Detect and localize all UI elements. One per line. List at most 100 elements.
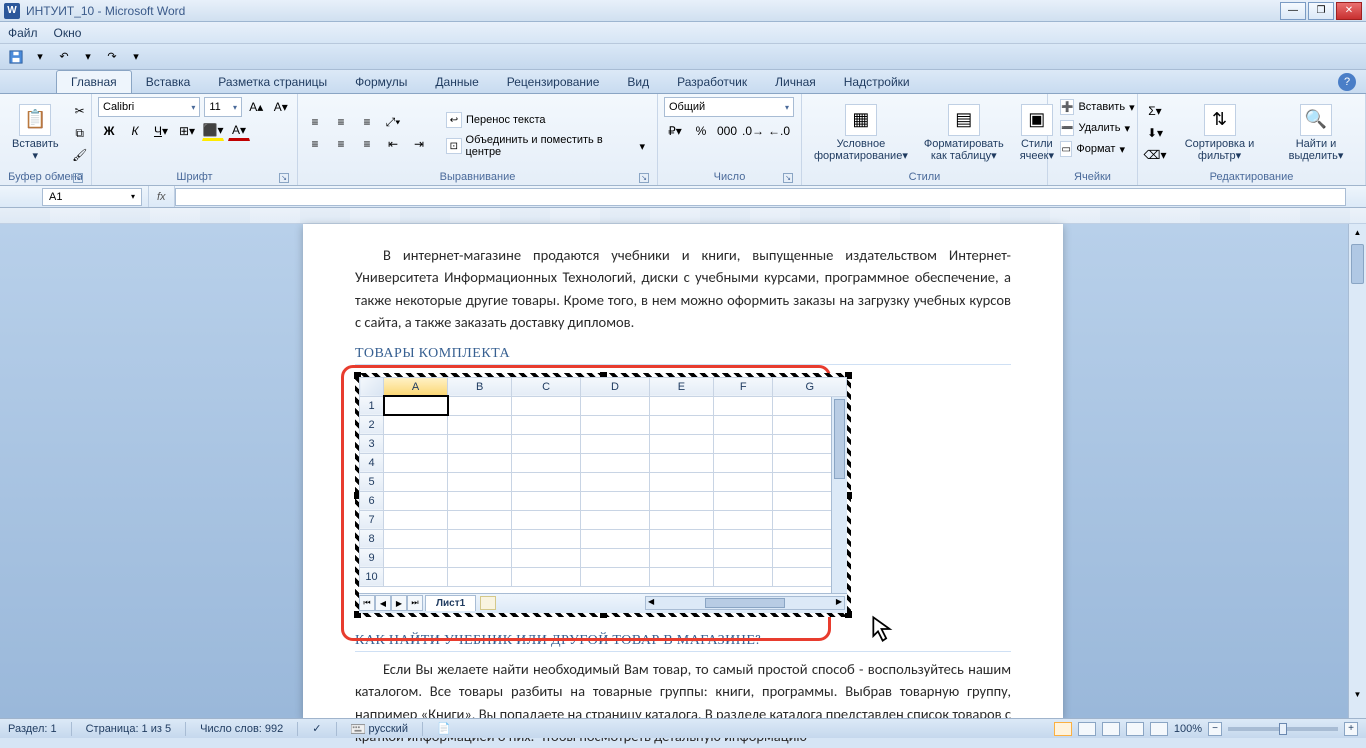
insert-cells-button[interactable]: ➕Вставить▾	[1054, 97, 1131, 117]
fill-icon[interactable]: ⬇▾	[1144, 123, 1166, 143]
embedded-excel-object[interactable]: A B C D E F G 1 2 3 4 5 6	[355, 373, 851, 617]
copy-icon[interactable]: ⧉	[69, 123, 91, 143]
save-icon[interactable]	[6, 47, 26, 67]
status-proofing-icon[interactable]: ✓	[312, 722, 321, 735]
view-web-layout[interactable]	[1102, 722, 1120, 736]
cell[interactable]	[581, 396, 650, 415]
cell[interactable]	[581, 491, 650, 510]
bold-icon[interactable]: Ж	[98, 121, 120, 141]
row-header-2[interactable]: 2	[360, 415, 384, 434]
cell[interactable]	[384, 548, 448, 567]
cell[interactable]	[714, 529, 773, 548]
cell[interactable]	[649, 529, 713, 548]
view-full-screen[interactable]	[1078, 722, 1096, 736]
zoom-slider[interactable]	[1228, 727, 1338, 731]
align-bottom-icon[interactable]: ≡	[356, 112, 378, 132]
cell[interactable]	[512, 453, 581, 472]
cell[interactable]	[448, 396, 512, 415]
decrease-decimal-icon[interactable]: ←.0	[768, 121, 790, 141]
help-icon[interactable]: ?	[1338, 73, 1356, 91]
format-as-table-button[interactable]: ▤ Форматировать как таблицу▾	[918, 100, 1010, 166]
format-cells-button[interactable]: ▭Формат▾	[1054, 139, 1131, 159]
conditional-formatting-button[interactable]: ▦ Условное форматирование▾	[808, 100, 914, 166]
cell[interactable]	[384, 529, 448, 548]
tab-formulas[interactable]: Формулы	[341, 71, 421, 93]
row-header-3[interactable]: 3	[360, 434, 384, 453]
cell[interactable]	[448, 472, 512, 491]
border-icon[interactable]: ⊞▾	[176, 121, 198, 141]
view-outline[interactable]	[1126, 722, 1144, 736]
font-name-combo[interactable]: Calibri▾	[98, 97, 200, 117]
clear-icon[interactable]: ⌫▾	[1144, 145, 1166, 165]
cell[interactable]	[714, 567, 773, 586]
alignment-launcher[interactable]: ↘	[639, 173, 649, 183]
row-header-9[interactable]: 9	[360, 548, 384, 567]
col-header-g[interactable]: G	[773, 377, 847, 396]
cell[interactable]	[581, 472, 650, 491]
grow-font-icon[interactable]: A▴	[246, 97, 266, 117]
cell[interactable]	[384, 510, 448, 529]
cell[interactable]	[448, 548, 512, 567]
italic-icon[interactable]: К	[124, 121, 146, 141]
cell[interactable]	[448, 453, 512, 472]
mini-scroll-thumb[interactable]	[834, 399, 845, 479]
cell[interactable]	[512, 567, 581, 586]
menu-file[interactable]: Файл	[8, 26, 38, 40]
formula-input[interactable]	[175, 188, 1346, 206]
scroll-down-icon[interactable]: ▼	[1349, 686, 1366, 702]
vertical-scrollbar[interactable]: ▲ ▼	[1348, 224, 1366, 718]
cell[interactable]	[384, 472, 448, 491]
cell[interactable]	[649, 396, 713, 415]
cell[interactable]	[581, 415, 650, 434]
find-select-button[interactable]: 🔍 Найти и выделить▾	[1273, 100, 1359, 166]
sheet-nav-last[interactable]: ⏭	[407, 595, 423, 611]
row-header-10[interactable]: 10	[360, 567, 384, 586]
paste-button[interactable]: 📋 Вставить▾	[6, 100, 65, 166]
sheet-nav-next[interactable]: ▶	[391, 595, 407, 611]
cell[interactable]	[448, 434, 512, 453]
cell[interactable]	[714, 453, 773, 472]
cell[interactable]	[649, 453, 713, 472]
percent-icon[interactable]: %	[690, 121, 712, 141]
number-format-combo[interactable]: Общий▾	[664, 97, 794, 117]
cell[interactable]	[581, 453, 650, 472]
accounting-icon[interactable]: ₽▾	[664, 121, 686, 141]
cell[interactable]	[649, 567, 713, 586]
cell[interactable]	[714, 396, 773, 415]
orientation-icon[interactable]: ⤢▾	[382, 112, 404, 132]
close-button[interactable]: ✕	[1336, 2, 1362, 20]
new-sheet-button[interactable]	[480, 596, 496, 610]
cell[interactable]	[649, 510, 713, 529]
row-header-4[interactable]: 4	[360, 453, 384, 472]
minimize-button[interactable]: —	[1280, 2, 1306, 20]
view-print-layout[interactable]	[1054, 722, 1072, 736]
col-header-a[interactable]: A	[384, 377, 448, 396]
sheet-tab-1[interactable]: Лист1	[425, 595, 476, 611]
tab-data[interactable]: Данные	[421, 71, 492, 93]
cell[interactable]	[714, 472, 773, 491]
cell[interactable]	[512, 548, 581, 567]
align-middle-icon[interactable]: ≡	[330, 112, 352, 132]
clipboard-launcher[interactable]: ↘	[73, 173, 83, 183]
tab-personal[interactable]: Личная	[761, 71, 830, 93]
col-header-d[interactable]: D	[581, 377, 650, 396]
cell[interactable]	[512, 434, 581, 453]
col-header-e[interactable]: E	[649, 377, 713, 396]
align-top-icon[interactable]: ≡	[304, 112, 326, 132]
tab-review[interactable]: Рецензирование	[493, 71, 614, 93]
delete-cells-button[interactable]: ➖Удалить▾	[1054, 118, 1131, 138]
row-header-5[interactable]: 5	[360, 472, 384, 491]
cell-a1[interactable]	[384, 396, 448, 415]
mini-grid[interactable]: A B C D E F G 1 2 3 4 5 6	[359, 377, 847, 587]
tab-home[interactable]: Главная	[56, 70, 132, 93]
zoom-in-button[interactable]: +	[1344, 722, 1358, 736]
cell[interactable]	[649, 472, 713, 491]
zoom-out-button[interactable]: −	[1208, 722, 1222, 736]
row-header-1[interactable]: 1	[360, 396, 384, 415]
increase-decimal-icon[interactable]: .0→	[742, 121, 764, 141]
shrink-font-icon[interactable]: A▾	[271, 97, 291, 117]
undo-dropdown[interactable]: ▾	[78, 47, 98, 67]
status-page[interactable]: Страница: 1 из 5	[86, 723, 172, 735]
cell[interactable]	[384, 567, 448, 586]
number-launcher[interactable]: ↘	[783, 173, 793, 183]
